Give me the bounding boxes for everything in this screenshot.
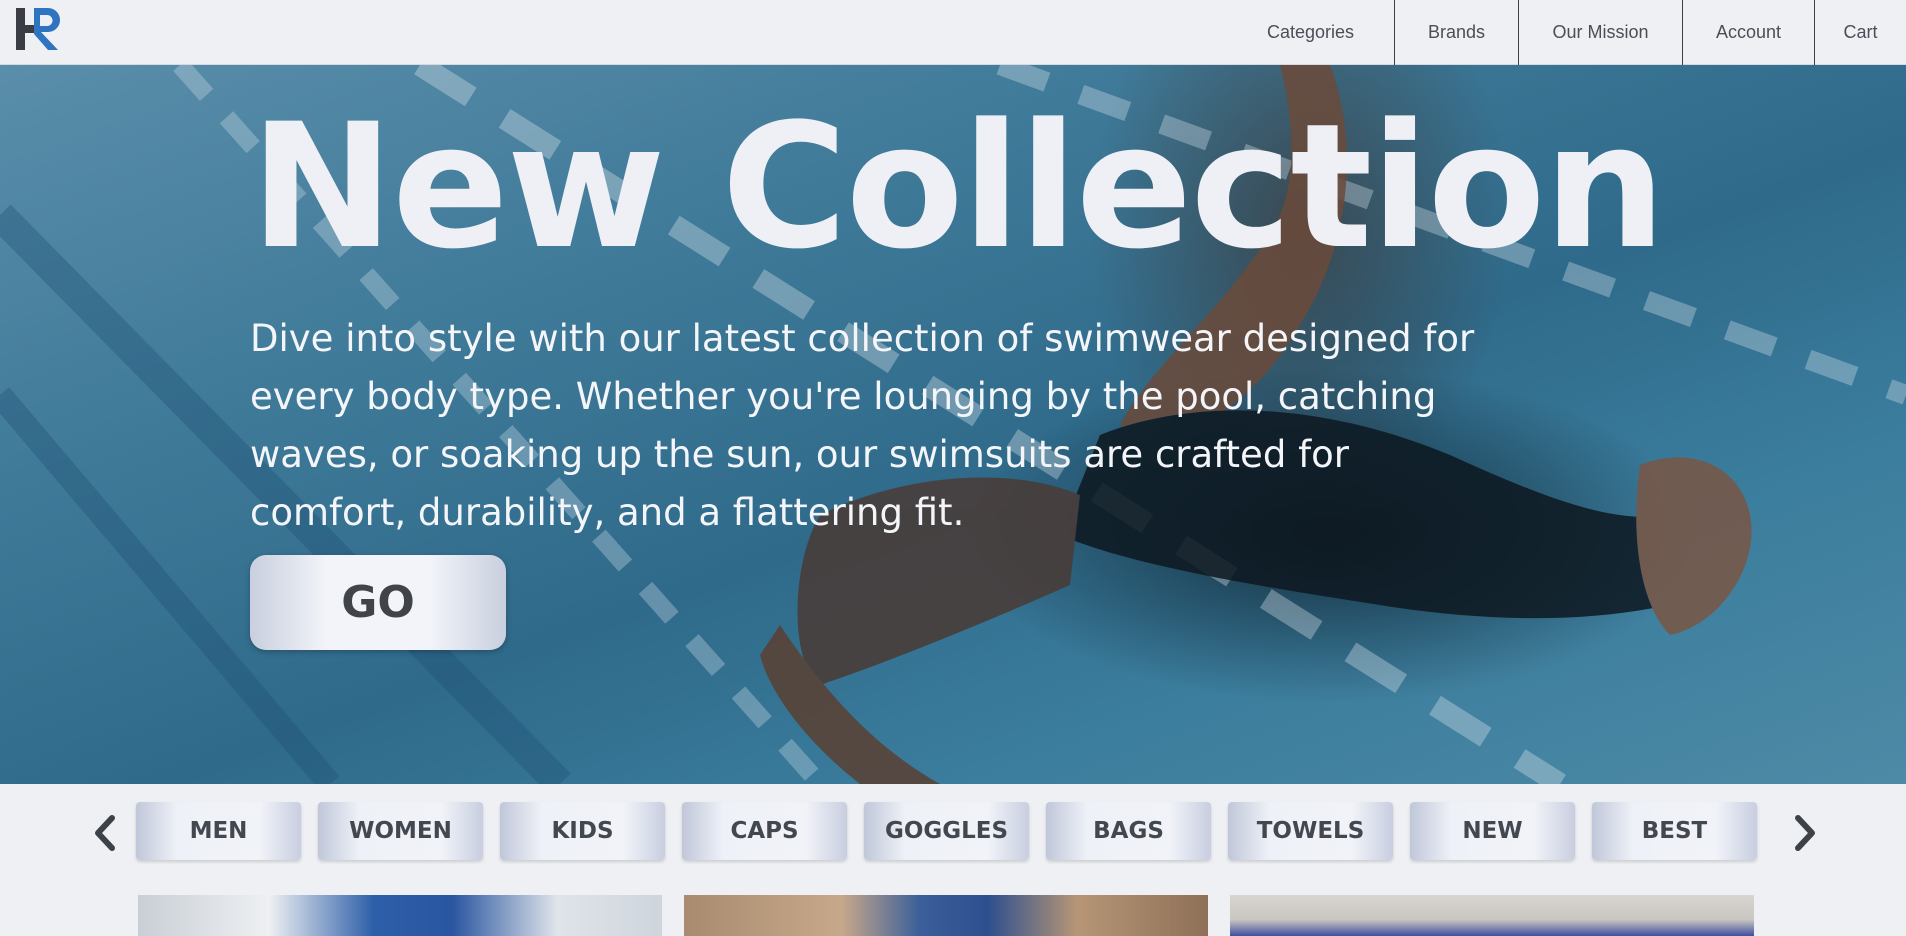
hero-description: Dive into style with our latest collecti… xyxy=(250,317,1475,534)
chevron-left-icon[interactable] xyxy=(90,813,120,853)
category-women[interactable]: WOMEN xyxy=(318,802,483,860)
category-best[interactable]: BEST xyxy=(1592,802,1757,860)
product-grid xyxy=(138,895,1754,936)
product-card-image[interactable] xyxy=(138,895,662,936)
category-goggles[interactable]: GOGGLES xyxy=(864,802,1029,860)
category-new[interactable]: NEW xyxy=(1410,802,1575,860)
category-men[interactable]: MEN xyxy=(136,802,301,860)
brand-logo[interactable] xyxy=(14,6,66,52)
hero-title: New Collection xyxy=(250,86,1666,287)
hero-banner: New Collection Dive into style with our … xyxy=(0,65,1906,784)
category-kids[interactable]: KIDS xyxy=(500,802,665,860)
go-button[interactable]: GO xyxy=(250,555,506,650)
chevron-right-icon[interactable] xyxy=(1790,813,1820,853)
top-navigation-bar: Categories Brands Our Mission Account Ca… xyxy=(0,0,1906,65)
nav-account[interactable]: Account xyxy=(1682,0,1814,65)
category-towels[interactable]: TOWELS xyxy=(1228,802,1393,860)
main-nav: Categories Brands Our Mission Account Ca… xyxy=(1227,0,1906,65)
nav-cart[interactable]: Cart xyxy=(1814,0,1906,65)
nav-brands[interactable]: Brands xyxy=(1394,0,1518,65)
product-card-image[interactable] xyxy=(1230,895,1754,936)
product-card-image[interactable] xyxy=(684,895,1208,936)
category-list: MEN WOMEN KIDS CAPS GOGGLES BAGS TOWELS … xyxy=(136,802,1757,860)
category-caps[interactable]: CAPS xyxy=(682,802,847,860)
nav-our-mission[interactable]: Our Mission xyxy=(1518,0,1682,65)
nav-categories[interactable]: Categories xyxy=(1227,0,1394,65)
category-bags[interactable]: BAGS xyxy=(1046,802,1211,860)
